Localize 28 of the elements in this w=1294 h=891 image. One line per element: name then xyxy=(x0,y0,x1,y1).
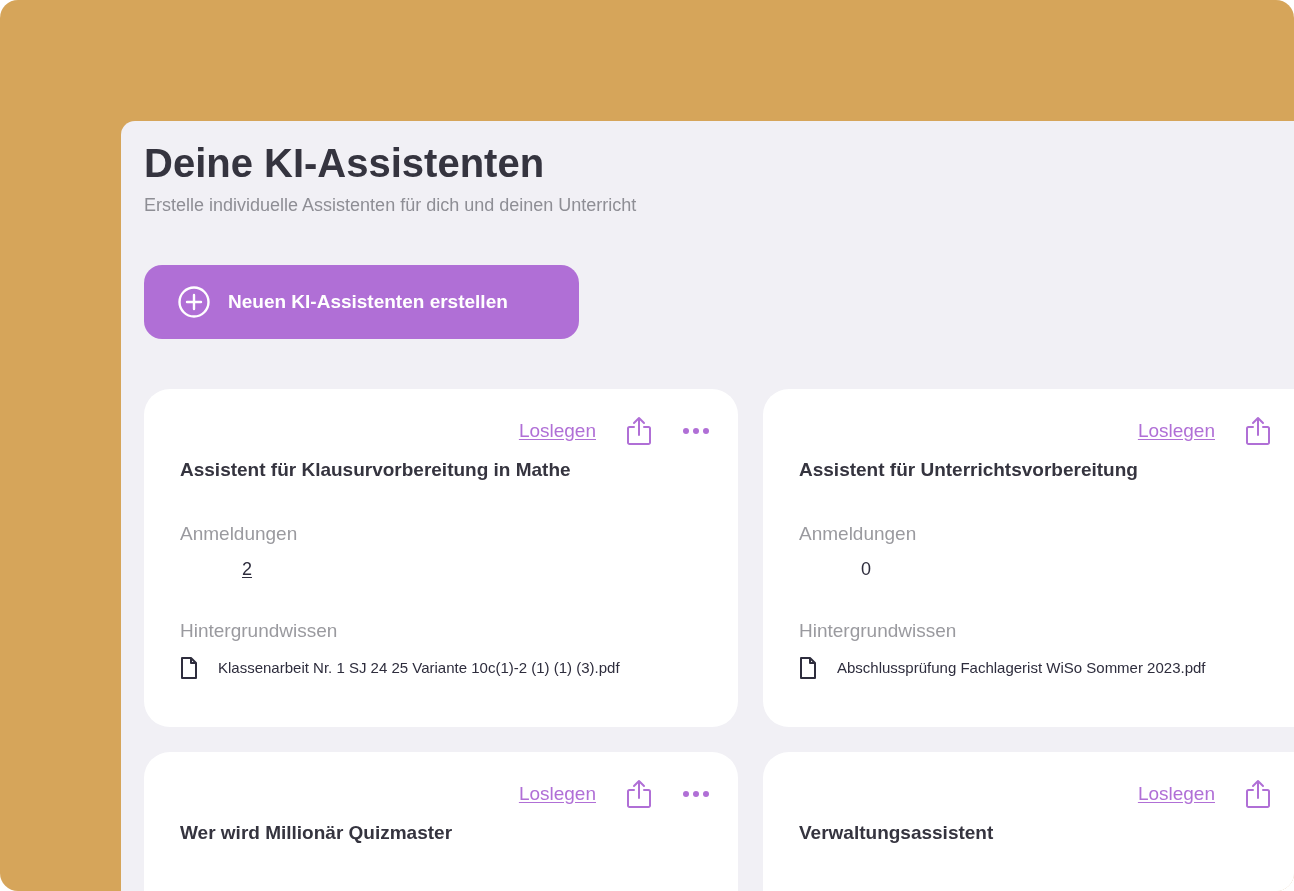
page-subtitle: Erstelle individuelle Assistenten für dich und deinen Unterricht xyxy=(144,194,638,217)
share-icon[interactable] xyxy=(1245,416,1271,446)
start-link[interactable]: Loslegen xyxy=(518,779,596,809)
signup-count: 0 xyxy=(861,558,871,581)
more-options-icon[interactable] xyxy=(682,790,710,798)
signup-count[interactable]: 2 xyxy=(242,557,252,581)
section-label: Hintergrundwissen xyxy=(799,619,958,643)
share-icon[interactable] xyxy=(1245,779,1271,809)
file-name: Klassenarbeit Nr. 1 SJ 24 25 Variante 10c(1)-2 (1) (1) (3).pdf xyxy=(218,657,620,678)
file-icon xyxy=(180,656,198,680)
section-label: Anmeldungen xyxy=(799,522,918,546)
plus-circle-icon xyxy=(178,286,210,318)
start-link[interactable]: Loslegen xyxy=(1137,779,1215,809)
file-icon xyxy=(799,656,817,680)
assistant-title: Wer wird Millionär Quizmaster xyxy=(180,821,454,845)
section-label: Anmeldungen xyxy=(180,522,299,546)
more-options-icon[interactable] xyxy=(682,427,710,435)
share-icon[interactable] xyxy=(626,779,652,809)
assistant-title: Verwaltungsassistent xyxy=(799,821,995,845)
page-title: Deine KI-Assistenten xyxy=(144,140,546,187)
create-assistant-button[interactable]: Neuen KI-Assistenten erstellen xyxy=(144,265,579,339)
section-label: Hintergrundwissen xyxy=(180,619,339,643)
assistant-title: Assistent für Unterrichtsvorbereitung xyxy=(799,458,1139,482)
start-link[interactable]: Loslegen xyxy=(518,416,596,446)
assistant-title: Assistent für Klausurvorbereitung in Mathe xyxy=(180,458,572,482)
file-name: Abschlussprüfung Fachlagerist WiSo Sommer 2023.pdf xyxy=(837,657,1206,678)
share-icon[interactable] xyxy=(626,416,652,446)
start-link[interactable]: Loslegen xyxy=(1137,416,1215,446)
